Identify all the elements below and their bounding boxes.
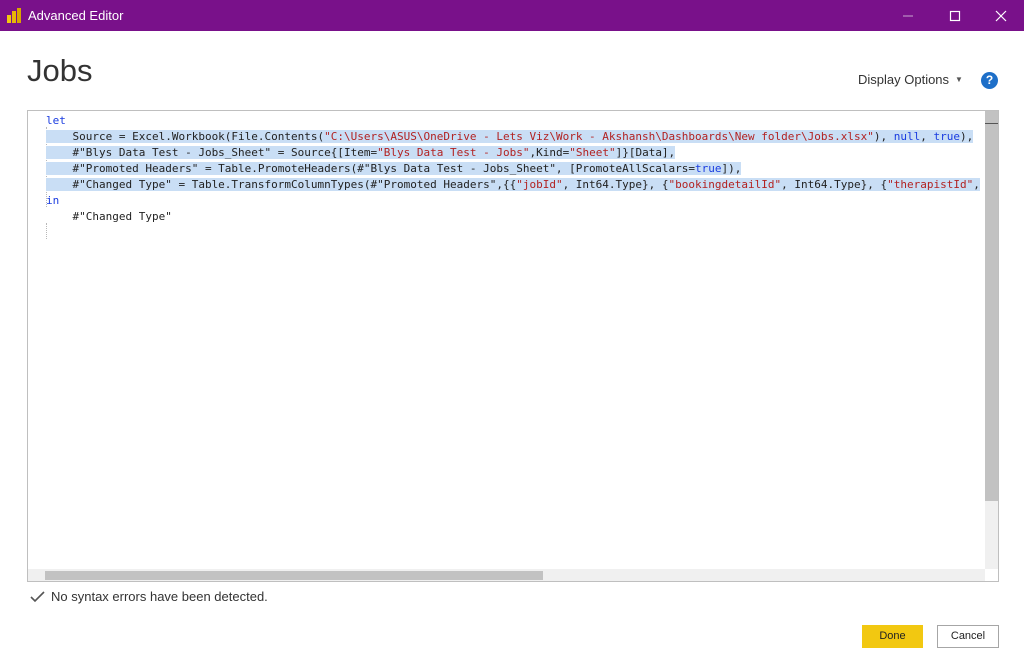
help-icon[interactable]: ? xyxy=(981,72,998,89)
code-line[interactable]: Source = Excel.Workbook(File.Contents("C… xyxy=(46,129,974,145)
code-token: , xyxy=(973,178,980,191)
code-keyword: let xyxy=(46,114,66,127)
syntax-status: No syntax errors have been detected. xyxy=(30,588,268,604)
code-string: "Sheet" xyxy=(569,146,616,159)
code-token: Source = Excel.Workbook(File.Contents( xyxy=(46,130,325,143)
close-button[interactable] xyxy=(978,0,1024,31)
code-string: "jobId" xyxy=(516,178,563,191)
maximize-icon xyxy=(949,10,961,22)
code-line[interactable]: #"Promoted Headers" = Table.PromoteHeade… xyxy=(46,161,742,177)
code-string: "therapistId" xyxy=(887,178,974,191)
close-icon xyxy=(995,10,1007,22)
title-bar: Advanced Editor xyxy=(0,0,1024,31)
code-keyword: true xyxy=(695,162,722,175)
display-options-label: Display Options xyxy=(858,72,950,87)
scroll-position-marker xyxy=(985,123,998,124)
cancel-button[interactable]: Cancel xyxy=(937,625,999,648)
horizontal-scroll-thumb[interactable] xyxy=(45,571,543,580)
code-line[interactable]: #"Changed Type" = Table.TransformColumnT… xyxy=(46,177,980,193)
checkmark-icon xyxy=(30,590,45,602)
code-line[interactable]: let xyxy=(46,113,66,129)
display-options-dropdown[interactable]: Display Options ▼ xyxy=(858,72,963,87)
code-token: ), xyxy=(873,130,894,143)
code-token: #"Changed Type" xyxy=(46,210,172,223)
code-area[interactable]: let Source = Excel.Workbook(File.Content… xyxy=(28,111,985,569)
selected-code: #"Blys Data Test - Jobs_Sheet" = Source{… xyxy=(46,146,676,159)
code-keyword: true xyxy=(933,130,960,143)
code-string: "bookingdetailId" xyxy=(668,178,782,191)
minimize-icon xyxy=(903,15,913,17)
selected-code: #"Changed Type" = Table.TransformColumnT… xyxy=(46,178,980,191)
code-editor[interactable]: let Source = Excel.Workbook(File.Content… xyxy=(27,110,999,582)
power-bi-icon xyxy=(7,8,21,23)
code-token: ,Kind= xyxy=(529,146,570,159)
selected-code: #"Promoted Headers" = Table.PromoteHeade… xyxy=(46,162,742,175)
maximize-button[interactable] xyxy=(932,0,978,31)
window-title: Advanced Editor xyxy=(28,8,124,23)
code-line[interactable]: in xyxy=(46,193,59,209)
vertical-scroll-thumb[interactable] xyxy=(985,111,998,501)
selected-code: Source = Excel.Workbook(File.Contents("C… xyxy=(46,130,974,143)
code-text: let xyxy=(46,114,66,127)
code-token: #"Blys Data Test - Jobs_Sheet" = Source{… xyxy=(46,146,378,159)
minimize-button[interactable] xyxy=(885,0,931,31)
code-text: #"Changed Type" xyxy=(46,210,172,223)
code-keyword: null xyxy=(893,130,921,143)
chevron-down-icon: ▼ xyxy=(955,75,963,84)
code-string: "Blys Data Test - Jobs" xyxy=(377,146,530,159)
code-token: ), xyxy=(959,130,974,143)
code-line[interactable]: #"Blys Data Test - Jobs_Sheet" = Source{… xyxy=(46,145,676,161)
code-token: , Int64.Type}, { xyxy=(562,178,669,191)
code-keyword: in xyxy=(46,194,60,207)
horizontal-scrollbar[interactable] xyxy=(28,569,985,581)
done-button[interactable]: Done xyxy=(862,625,923,648)
code-token: ]), xyxy=(721,162,742,175)
code-line[interactable]: #"Changed Type" xyxy=(46,209,172,225)
syntax-status-message: No syntax errors have been detected. xyxy=(51,589,268,605)
code-text: in xyxy=(46,194,59,207)
indent-guide xyxy=(46,223,47,239)
code-token: #"Promoted Headers" = Table.PromoteHeade… xyxy=(46,162,696,175)
code-string: "C:\Users\ASUS\OneDrive - Lets Viz\Work … xyxy=(324,130,874,143)
code-token: , xyxy=(920,130,934,143)
vertical-scrollbar[interactable] xyxy=(985,111,998,569)
code-token: #"Changed Type" = Table.TransformColumnT… xyxy=(46,178,517,191)
query-name-heading: Jobs xyxy=(27,53,93,88)
code-token: , Int64.Type}, { xyxy=(781,178,888,191)
code-token: ]}[Data], xyxy=(615,146,676,159)
